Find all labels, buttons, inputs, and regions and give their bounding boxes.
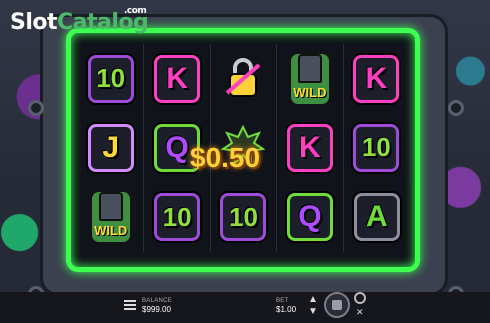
bet-label: BET — [276, 298, 289, 304]
symbol-wild: WILD — [287, 50, 332, 107]
symbol-k: K — [154, 54, 201, 103]
reel-cell: 10 — [144, 182, 211, 252]
reel-cell: 10 — [78, 44, 145, 114]
symbol-j: J — [87, 123, 134, 172]
spray-can-icon — [297, 53, 322, 83]
stop-icon — [332, 300, 342, 310]
bolt-icon — [28, 100, 44, 116]
spin-button[interactable] — [324, 292, 350, 318]
autoplay-icon[interactable] — [354, 292, 366, 304]
symbol-10: 10 — [87, 54, 134, 103]
menu-icon[interactable] — [124, 300, 136, 310]
turbo-icon[interactable]: ✕ — [356, 307, 364, 318]
symbol-10: 10 — [353, 123, 400, 172]
reel-cell: K — [144, 44, 211, 114]
symbol-k: K — [286, 123, 333, 172]
balance-value: $999.00 — [142, 305, 171, 314]
bet-increase-icon[interactable]: ▲ — [308, 294, 318, 305]
reel-cell: J — [78, 113, 145, 183]
bet-value: $1.00 — [276, 305, 297, 314]
reel-cell: 10 — [344, 113, 410, 183]
reel-cell: K — [344, 44, 410, 114]
win-amount: $0.50 — [190, 142, 261, 173]
reel-cell: 10 — [211, 182, 278, 252]
site-logo: SlotCatalog .com — [10, 6, 149, 35]
reel-cell: K — [277, 113, 344, 183]
reel-cell — [211, 44, 278, 114]
reel-cell: WILD — [78, 182, 145, 252]
spray-can-icon — [98, 192, 123, 222]
bet-decrease-icon[interactable]: ▼ — [308, 306, 318, 317]
symbol-10: 10 — [154, 193, 201, 242]
symbol-a: A — [353, 193, 400, 242]
reel-cell: WILD — [277, 44, 344, 114]
reel-cell: A — [344, 183, 410, 252]
symbol-q: Q — [286, 193, 333, 242]
reel-cell: Q — [277, 182, 344, 252]
symbol-k: K — [353, 54, 400, 103]
lock-icon — [223, 57, 263, 101]
symbol-wild: WILD — [88, 189, 133, 246]
bottom-bar — [0, 292, 490, 323]
symbol-10: 10 — [220, 193, 267, 242]
bolt-icon — [448, 100, 464, 116]
balance-label: BALANCE — [142, 298, 173, 304]
